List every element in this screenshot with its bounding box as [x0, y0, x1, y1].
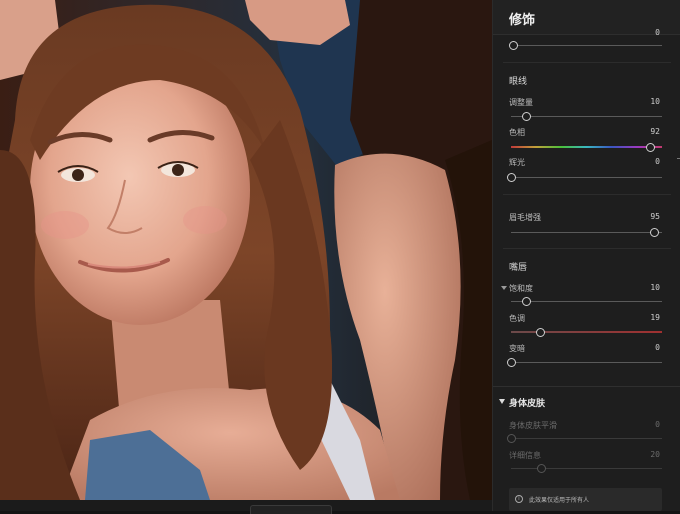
eyeliner-glow-knob[interactable] [507, 173, 516, 182]
eyeliner-amount-label: 调整量 [509, 98, 533, 107]
lash-enhance-value: 95 [650, 212, 660, 221]
lips-darken-value: 0 [655, 343, 660, 352]
lips-tone-label: 色调 [509, 314, 525, 323]
divider [493, 386, 680, 387]
photo-canvas[interactable] [0, 0, 492, 500]
section-title-lips: 嘴唇 [509, 263, 528, 273]
detail-track[interactable] [511, 468, 662, 469]
body-skin-smooth-value: 0 [655, 420, 660, 429]
eyeliner-hue-label: 色相 [509, 128, 525, 137]
lips-saturation-knob[interactable] [522, 297, 532, 306]
panel-title: 修饰 [509, 13, 536, 28]
notice-text: 此效果仅适用于所有人 [529, 497, 590, 504]
section-title-body-skin[interactable]: 身体皮肤 [509, 396, 545, 409]
lips-tone-knob[interactable] [535, 328, 545, 337]
portrait-photo [0, 0, 492, 500]
eyeliner-glow-label: 辉光 [509, 158, 525, 167]
detail-knob[interactable] [537, 464, 547, 473]
body-skin-smooth-track[interactable] [511, 438, 662, 439]
lips-darken-label: 变暗 [509, 344, 525, 353]
lips-tone-track[interactable] [511, 331, 662, 333]
divider [503, 248, 671, 249]
expand-arrow-icon[interactable] [499, 399, 505, 404]
eyeliner-glow-value: 0 [655, 157, 660, 166]
body-skin-smooth-label: 身体皮肤平滑 [509, 421, 557, 430]
lips-saturation-track[interactable] [511, 301, 662, 302]
lips-saturation-label: 饱和度 [509, 284, 533, 293]
panel-header: 修饰 [493, 0, 680, 35]
canvas-bottom-bar [0, 500, 492, 511]
divider [503, 62, 671, 63]
eyeliner-amount-track[interactable] [511, 116, 662, 117]
zoom-control[interactable] [250, 505, 332, 514]
eyeliner-hue-value: 92 [650, 127, 660, 136]
notice-box: i 此效果仅适用于所有人 [509, 488, 662, 511]
detail-label: 详细信息 [509, 451, 541, 460]
info-icon: i [515, 495, 523, 503]
partial-slider-track[interactable] [511, 45, 662, 46]
body-skin-smooth-knob[interactable] [507, 434, 516, 443]
detail-value: 20 [650, 450, 660, 459]
eyeliner-amount-value: 10 [650, 97, 660, 106]
eyeliner-glow-track[interactable] [511, 177, 662, 178]
lips-darken-knob[interactable] [507, 358, 516, 367]
eyeliner-hue-track[interactable] [511, 146, 662, 148]
retouch-panel: 修饰 0 眼线 调整量 10 色相 92 辉光 0 眉毛增强 95 嘴唇 饱和度… [492, 0, 680, 511]
lips-darken-track[interactable] [511, 362, 662, 363]
divider [503, 194, 671, 195]
lips-tone-value: 19 [650, 313, 660, 322]
partial-slider-knob[interactable] [509, 41, 518, 50]
section-title-eyeliner: 眼线 [509, 77, 528, 87]
lash-enhance-label: 眉毛增强 [509, 213, 541, 222]
lash-enhance-knob[interactable] [650, 228, 660, 237]
partial-row-value: 0 [655, 28, 660, 37]
eyeliner-amount-knob[interactable] [522, 112, 532, 121]
eyeliner-hue-knob[interactable] [645, 143, 655, 152]
collapse-arrow-icon[interactable] [501, 286, 507, 290]
lash-enhance-track[interactable] [511, 232, 662, 233]
lips-saturation-value: 10 [650, 283, 660, 292]
